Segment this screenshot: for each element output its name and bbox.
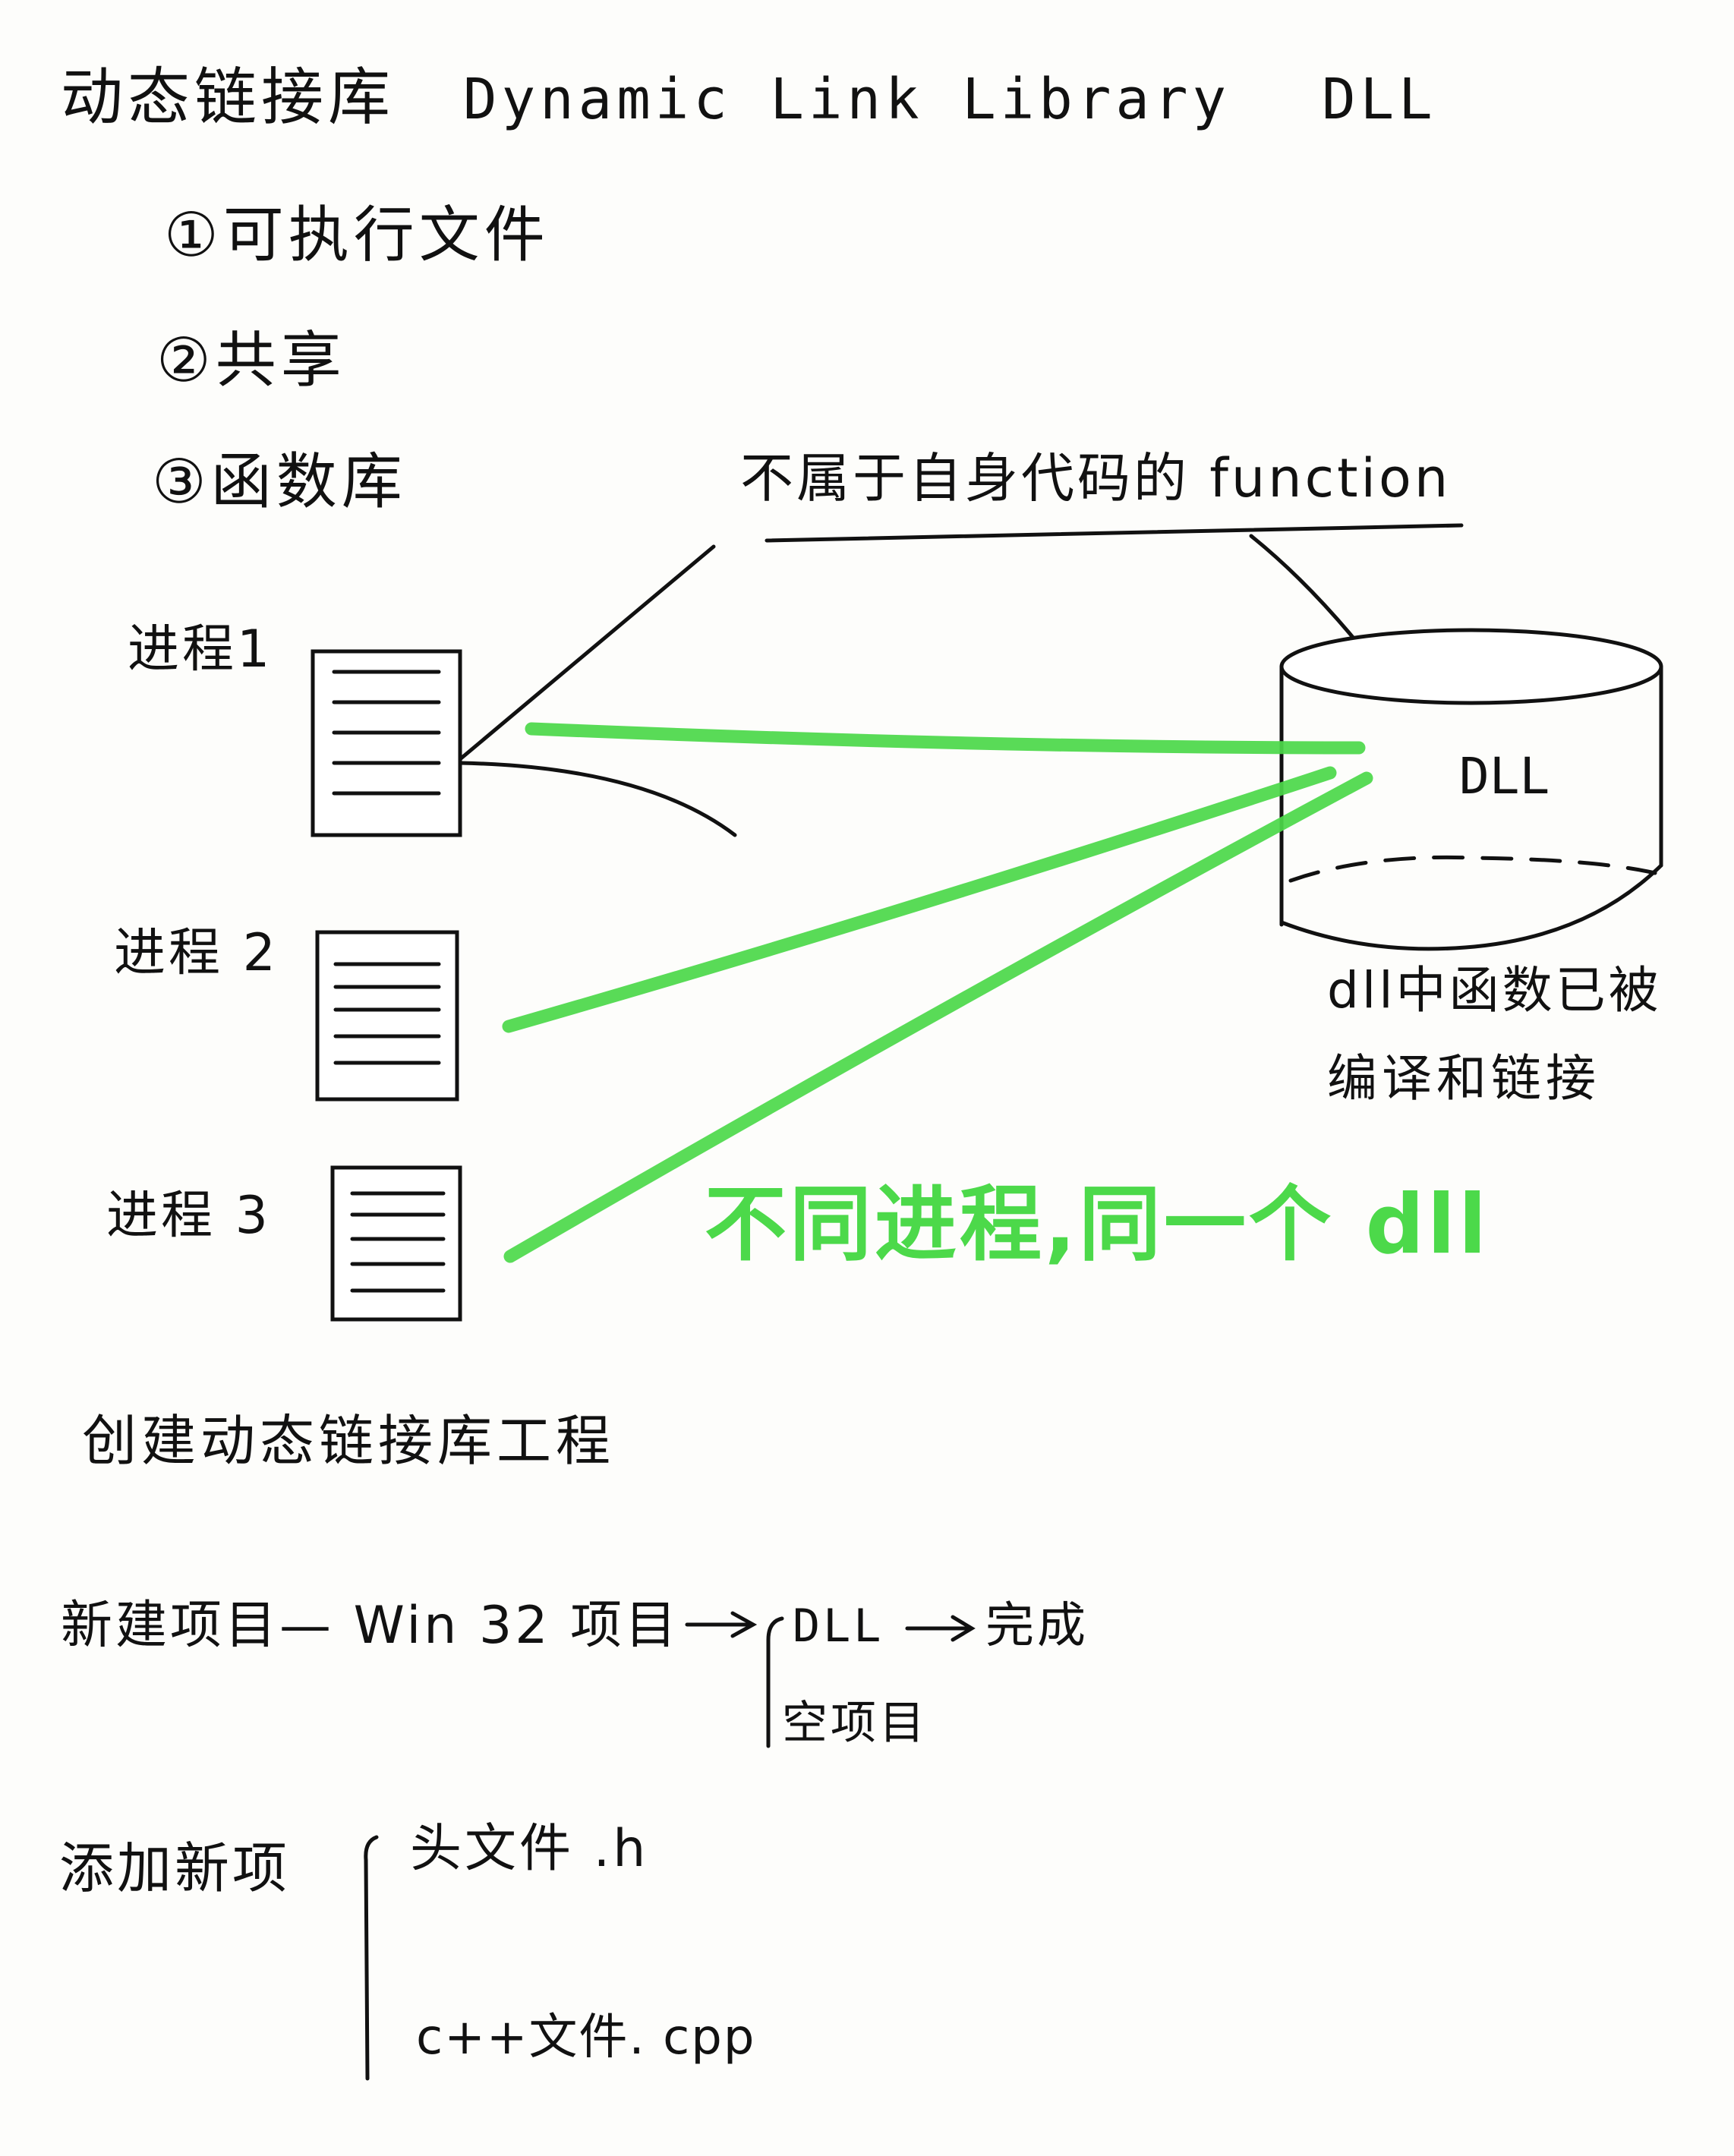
feature-item-executable: ①可执行文件 bbox=[164, 200, 550, 270]
new-project-path: 新建项目— Win 32 项目 bbox=[61, 1596, 680, 1656]
green-link-process-1 bbox=[525, 722, 1366, 755]
process-1-document-icon bbox=[311, 649, 462, 837]
feature-item-shared: ②共享 bbox=[156, 325, 346, 396]
dll-cylinder-label: DLL bbox=[1459, 747, 1550, 805]
title-zh: 动态链接库 bbox=[61, 61, 396, 134]
option-done: 完成 bbox=[985, 1598, 1089, 1654]
add-item-heading: 添加新项 bbox=[59, 1836, 291, 1900]
title-en: Dynamic Link Library bbox=[463, 67, 1231, 132]
process-2-document-icon bbox=[315, 930, 459, 1102]
page-title: 动态链接库 Dynamic Link Library DLL bbox=[61, 67, 1437, 129]
dll-note-line-1: dll中函数已被 bbox=[1327, 961, 1662, 1020]
create-project-heading: 创建动态链接库工程 bbox=[82, 1409, 616, 1473]
process-1-label: 进程1 bbox=[128, 619, 273, 679]
header-file-option: 头文件 .h bbox=[410, 1819, 649, 1879]
project-options-bracket bbox=[766, 1616, 784, 1748]
process-2-label: 进程 2 bbox=[114, 923, 279, 983]
arrow-right-icon-2 bbox=[905, 1615, 976, 1642]
arrow-right-icon bbox=[685, 1611, 758, 1638]
option-empty-project: 空项目 bbox=[782, 1697, 928, 1750]
cpp-file-option: c++文件. cpp bbox=[416, 2009, 756, 2066]
add-item-bracket bbox=[364, 1835, 379, 2081]
annotation-external-function: 不属于自身代码的 function bbox=[740, 447, 1452, 509]
feature-item-function-library: ③函数库 bbox=[152, 446, 407, 517]
process-3-label: 进程 3 bbox=[106, 1186, 271, 1246]
function-call-lines bbox=[458, 544, 737, 837]
shared-dll-note: 不同进程,同一个 dll bbox=[705, 1177, 1490, 1272]
green-link-process-2 bbox=[502, 766, 1337, 1033]
title-abbr: DLL bbox=[1322, 67, 1437, 132]
option-dll: DLL bbox=[793, 1600, 884, 1653]
process-3-document-icon bbox=[330, 1165, 462, 1322]
dll-note-line-2: 编译和链接 bbox=[1327, 1049, 1600, 1108]
